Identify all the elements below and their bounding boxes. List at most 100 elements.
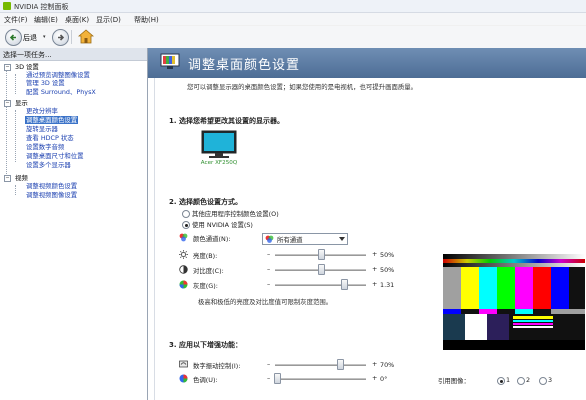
vibrance-plus: + [372, 360, 378, 368]
hue-label: 色调(U): [193, 376, 218, 384]
settings-content: 您可以调整显示器的桌面颜色设置；如果您使用的是电视机，也可提升画面质量。 1. … [154, 78, 586, 400]
hue-value: 0° [380, 375, 388, 383]
reference-image-radio-2[interactable] [517, 377, 525, 385]
tree-item-desktop-color[interactable]: 调整桌面颜色设置 [25, 116, 79, 124]
expand-toggle-icon[interactable]: − [4, 175, 11, 182]
tree-line [15, 185, 16, 195]
color-channel-dropdown[interactable]: 所有通道 [262, 233, 348, 245]
vibrance-slider-thumb[interactable] [337, 359, 344, 370]
gamma-icon [179, 280, 188, 289]
tree-item-manage-3d[interactable]: 管理 3D 设置 [26, 79, 65, 87]
reference-image-radio-1[interactable] [497, 377, 505, 385]
vibrance-icon [179, 360, 188, 368]
main-panel: 调整桌面颜色设置 您可以调整显示器的桌面颜色设置；如果您使用的是电视机，也可提升… [148, 48, 586, 400]
reference-image-option-2[interactable]: 2 [526, 376, 530, 384]
forward-arrow-icon [58, 34, 65, 41]
monitor-icon [201, 130, 237, 158]
gamma-slider-thumb[interactable] [341, 279, 348, 290]
tree-item-multi-display[interactable]: 设置多个显示器 [26, 161, 71, 169]
task-panel: 选择一项任务... − 3D 设置 通过预览调整图像设置 管理 3D 设置 配置… [0, 48, 148, 400]
desktop-color-icon [160, 53, 180, 69]
tree-item-desktop-size[interactable]: 调整桌面尺寸和位置 [26, 152, 84, 160]
radio-nvidia-settings-label[interactable]: 使用 NVIDIA 设置(S) [192, 220, 253, 229]
tree-category-display[interactable]: 显示 [15, 99, 28, 107]
menu-file[interactable]: 文件(F) [4, 15, 28, 25]
reference-image-radio-3[interactable] [539, 377, 547, 385]
tree-category-video[interactable]: 视频 [15, 174, 28, 182]
radio-app-controlled[interactable] [182, 210, 190, 218]
menu-help[interactable]: 帮助(H) [134, 15, 159, 25]
toolbar: 后退 ▾ [0, 26, 586, 49]
hue-icon [179, 374, 188, 383]
contrast-plus: + [372, 265, 378, 273]
tree-item-hdcp[interactable]: 查看 HDCP 状态 [26, 134, 74, 142]
page-banner: 调整桌面颜色设置 [148, 48, 586, 78]
expand-toggle-icon[interactable]: − [4, 100, 11, 107]
brightness-icon [179, 250, 188, 259]
page-description: 您可以调整显示器的桌面颜色设置；如果您使用的是电视机，也可提升画面质量。 [187, 83, 418, 91]
channel-swatch-icon [265, 235, 274, 243]
vibrance-slider-track[interactable] [275, 364, 366, 366]
hue-minus: – [267, 374, 271, 382]
tree-line [6, 70, 7, 182]
brightness-plus: + [372, 250, 378, 258]
menu-edit[interactable]: 编辑(E) [34, 15, 58, 25]
gamma-value: 1.31 [380, 281, 395, 289]
toolbar-divider [71, 30, 72, 44]
contrast-minus: – [267, 265, 271, 273]
display-monitor[interactable]: Acer XF250Q [199, 130, 239, 166]
tree-item-resolution[interactable]: 更改分辨率 [26, 107, 58, 115]
menu-display[interactable]: 显示(D) [96, 15, 121, 25]
back-button[interactable] [5, 29, 22, 46]
tree-category-3d[interactable]: 3D 设置 [15, 63, 39, 71]
title-bar: NVIDIA 控制面板 [0, 0, 586, 13]
expand-toggle-icon[interactable]: − [4, 64, 11, 71]
back-label[interactable]: 后退 [23, 33, 37, 43]
radio-app-controlled-label[interactable]: 其他应用程序控制颜色设置(O) [192, 209, 279, 218]
back-dropdown-icon[interactable]: ▾ [43, 34, 46, 40]
vibrance-value: 70% [380, 361, 395, 369]
tree-line [15, 74, 16, 94]
menu-desktop[interactable]: 桌面(K) [65, 15, 89, 25]
task-panel-header: 选择一项任务... [0, 48, 147, 61]
page-title: 调整桌面颜色设置 [188, 58, 301, 73]
gamma-minus: – [267, 280, 271, 288]
hue-slider-thumb[interactable] [274, 373, 281, 384]
brightness-minus: – [267, 250, 271, 258]
tree-item-digital-audio[interactable]: 设置数字音频 [26, 143, 64, 151]
vibrance-minus: – [267, 360, 271, 368]
nvidia-logo-icon [3, 2, 11, 10]
gamma-slider-track[interactable] [275, 284, 366, 286]
tree-item-video-color[interactable]: 调整视频颜色设置 [26, 182, 77, 190]
tree-item-preview-image[interactable]: 通过预览调整图像设置 [26, 71, 90, 79]
gamma-plus: + [372, 280, 378, 288]
chevron-down-icon [339, 237, 345, 241]
tree-item-video-image[interactable]: 调整视频图像设置 [26, 191, 77, 199]
forward-button[interactable] [52, 29, 69, 46]
reference-image-label: 引用图像： [438, 377, 470, 385]
brightness-slider-thumb[interactable] [318, 249, 325, 260]
reference-image-option-3[interactable]: 3 [548, 376, 552, 384]
menu-bar: 文件(F) 编辑(E) 桌面(K) 显示(D) 帮助(H) [0, 13, 586, 25]
vibrance-label: 数字振动控制(I): [193, 362, 241, 370]
contrast-label: 对比度(C): [193, 267, 224, 275]
back-arrow-icon [9, 34, 16, 41]
hue-slider-track[interactable] [275, 378, 366, 380]
range-note: 极高和极低的亮度及对比度值可限制灰度范围。 [198, 298, 333, 306]
color-channel-value: 所有通道 [277, 236, 303, 244]
radio-nvidia-settings[interactable] [182, 221, 190, 229]
contrast-icon [179, 265, 188, 274]
tree-line [15, 110, 16, 162]
reference-image-color-bars [443, 254, 585, 350]
section-color-method: 2. 选择颜色设置方式。 [169, 198, 242, 206]
reference-image-option-1[interactable]: 1 [506, 376, 510, 384]
home-icon[interactable] [78, 29, 94, 44]
contrast-slider-thumb[interactable] [318, 264, 325, 275]
color-channel-icon [179, 233, 188, 242]
tree-item-surround-physx[interactable]: 配置 Surround、PhysX [26, 88, 96, 96]
window-title: NVIDIA 控制面板 [14, 3, 69, 11]
contrast-value: 50% [380, 266, 395, 274]
tree-item-rotate[interactable]: 旋转显示器 [26, 125, 58, 133]
gamma-label: 灰度(G): [193, 282, 218, 290]
hue-plus: + [372, 374, 378, 382]
